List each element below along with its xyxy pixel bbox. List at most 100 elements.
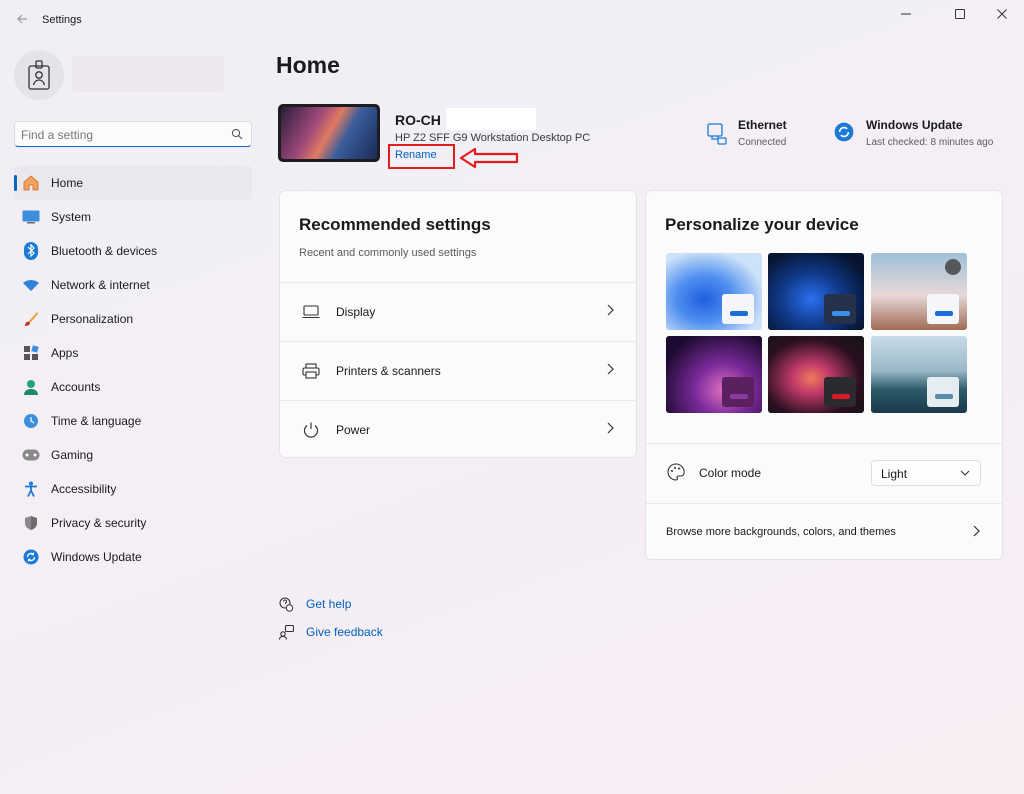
sidebar-item-label: Home — [51, 176, 84, 190]
device-name-redacted — [446, 108, 536, 130]
browse-themes-label: Browse more backgrounds, colors, and the… — [666, 526, 896, 538]
chevron-right-icon — [607, 363, 614, 375]
recommended-item-display[interactable]: Display — [280, 282, 636, 340]
ethernet-icon — [706, 122, 730, 146]
get-help-link[interactable]: Get help — [306, 597, 351, 611]
help-chat-icon — [278, 596, 294, 612]
theme-tile[interactable] — [666, 336, 762, 413]
close-button[interactable] — [984, 4, 1020, 24]
sidebar-item-accessibility[interactable]: Accessibility — [14, 472, 252, 506]
feedback-icon — [278, 624, 294, 640]
brush-icon — [22, 310, 40, 328]
sidebar-item-label: Personalization — [51, 312, 134, 326]
home-icon — [22, 174, 40, 192]
update-icon — [22, 548, 40, 566]
sidebar-item-gaming[interactable]: Gaming — [14, 438, 252, 472]
sidebar-item-system[interactable]: System — [14, 200, 252, 234]
sidebar-item-label: Time & language — [51, 414, 142, 428]
device-wallpaper-thumbnail — [278, 104, 380, 162]
sidebar-item-label: Gaming — [51, 448, 94, 462]
sidebar-item-accounts[interactable]: Accounts — [14, 370, 252, 404]
personalize-title: Personalize your device — [665, 215, 859, 234]
page-title: Home — [276, 52, 340, 78]
get-help-row: Get help — [278, 590, 383, 618]
device-model: HP Z2 SFF G9 Workstation Desktop PC — [395, 132, 591, 144]
give-feedback-link[interactable]: Give feedback — [306, 625, 383, 639]
gamepad-icon — [22, 446, 40, 464]
windows-update-status[interactable]: Windows Update Last checked: 8 minutes a… — [834, 118, 993, 148]
recommended-item-label: Display — [336, 304, 376, 319]
chevron-right-icon — [607, 422, 614, 434]
sidebar-item-time-language[interactable]: Time & language — [14, 404, 252, 438]
maximize-button[interactable] — [942, 4, 978, 24]
minimize-button[interactable] — [888, 4, 924, 24]
chevron-right-icon — [973, 525, 980, 537]
device-name: RO-CH — [395, 112, 441, 128]
sidebar-item-network[interactable]: Network & internet — [14, 268, 252, 302]
recommended-item-label: Power — [336, 422, 371, 437]
sidebar-item-windows-update[interactable]: Windows Update — [14, 540, 252, 574]
avatar[interactable] — [14, 50, 64, 100]
ethernet-title: Ethernet — [738, 118, 787, 132]
theme-tile[interactable] — [871, 253, 967, 330]
shield-icon — [22, 514, 40, 532]
browse-themes-row[interactable]: Browse more backgrounds, colors, and the… — [646, 503, 1002, 561]
color-mode-dropdown[interactable]: Light — [871, 460, 981, 486]
sidebar-item-label: Accounts — [51, 380, 101, 394]
color-mode-value: Light — [881, 467, 908, 481]
palette-icon — [667, 462, 685, 484]
theme-tile[interactable] — [768, 336, 864, 413]
chevron-right-icon — [607, 304, 614, 316]
annotation-arrow-icon — [459, 147, 519, 169]
color-mode-row: Color mode Light — [646, 443, 1002, 503]
sidebar-item-label: Privacy & security — [51, 516, 147, 530]
search-box[interactable] — [14, 121, 252, 147]
search-icon[interactable] — [231, 128, 243, 140]
chevron-down-icon — [960, 470, 970, 476]
bluetooth-icon — [22, 242, 40, 260]
windows-update-subtitle: Last checked: 8 minutes ago — [866, 137, 994, 148]
recommended-title: Recommended settings — [299, 215, 491, 234]
accessibility-icon — [22, 480, 40, 498]
sidebar-item-home[interactable]: Home — [14, 166, 252, 200]
theme-tile[interactable] — [871, 336, 967, 413]
ethernet-subtitle: Connected — [738, 137, 787, 148]
slideshow-badge-icon — [945, 259, 961, 275]
title-bar: Settings — [0, 0, 1024, 40]
sidebar-item-apps[interactable]: Apps — [14, 336, 252, 370]
user-account-info-redacted — [72, 56, 224, 92]
apps-icon — [22, 344, 40, 362]
back-button[interactable] — [12, 10, 32, 30]
sidebar-item-label: System — [51, 210, 92, 224]
give-feedback-row: Give feedback — [278, 618, 383, 646]
app-title: Settings — [42, 14, 82, 26]
system-icon — [22, 208, 40, 226]
account-icon — [22, 378, 40, 396]
monitor-icon — [301, 304, 321, 319]
sidebar-item-label: Bluetooth & devices — [51, 244, 158, 258]
sidebar-nav: Home System Bluetooth & devices Network … — [14, 166, 252, 574]
power-icon — [301, 421, 321, 439]
id-badge-icon — [28, 60, 50, 90]
maximize-icon — [955, 9, 965, 19]
recommended-item-power[interactable]: Power — [280, 400, 636, 458]
sidebar-item-label: Accessibility — [51, 482, 117, 496]
recommended-settings-card: Recommended settings Recent and commonly… — [279, 190, 637, 458]
sidebar-item-privacy[interactable]: Privacy & security — [14, 506, 252, 540]
personalize-card: Personalize your device Color mode Light — [645, 190, 1003, 560]
sidebar-item-personalization[interactable]: Personalization — [14, 302, 252, 336]
sidebar-item-bluetooth[interactable]: Bluetooth & devices — [14, 234, 252, 268]
ethernet-status[interactable]: Ethernet Connected — [706, 118, 787, 148]
recommended-item-printers[interactable]: Printers & scanners — [280, 341, 636, 399]
recommended-subtitle: Recent and commonly used settings — [299, 247, 477, 259]
wifi-icon — [22, 276, 40, 294]
search-input[interactable] — [21, 126, 221, 143]
sidebar-item-label: Windows Update — [51, 550, 142, 564]
color-mode-label: Color mode — [699, 466, 762, 480]
minimize-icon — [901, 13, 911, 15]
theme-tile[interactable] — [768, 253, 864, 330]
globe-clock-icon — [22, 412, 40, 430]
sidebar-item-label: Apps — [51, 346, 79, 360]
theme-tile[interactable] — [666, 253, 762, 330]
close-icon — [997, 9, 1007, 19]
